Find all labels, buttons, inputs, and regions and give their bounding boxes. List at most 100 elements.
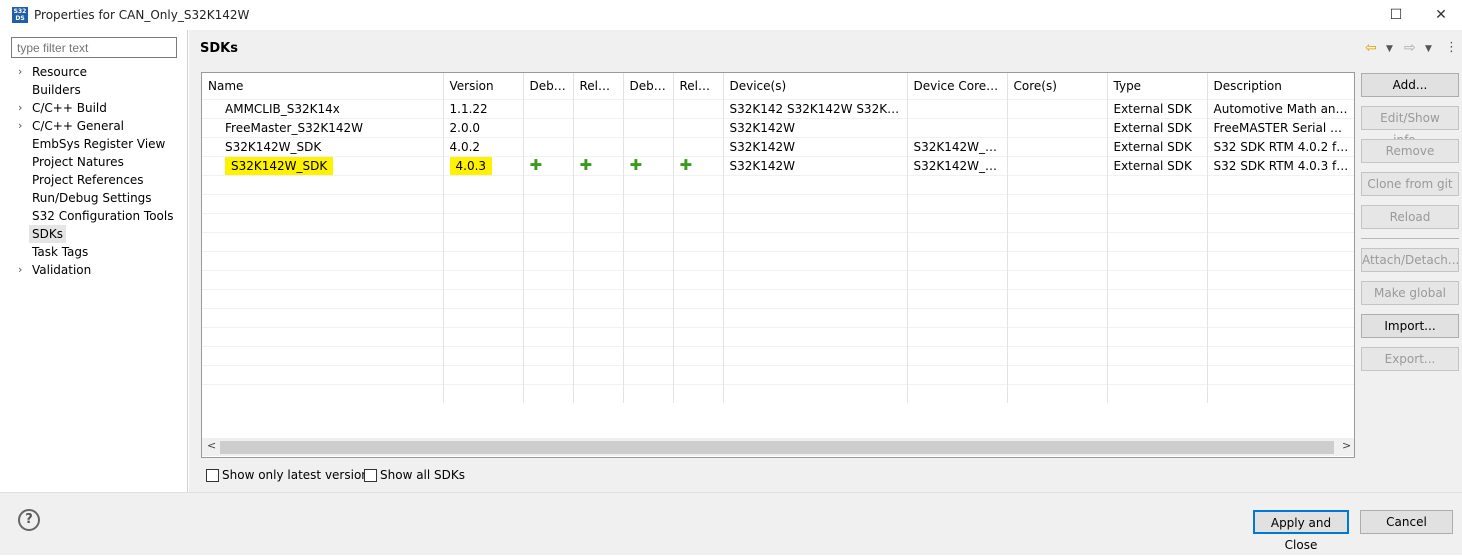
table-cell: 1.1.22 bbox=[443, 98, 524, 118]
table-row[interactable] bbox=[202, 269, 1354, 289]
scroll-left-icon[interactable]: < bbox=[207, 439, 216, 452]
back-dropdown-icon[interactable]: ▼ bbox=[1386, 44, 1393, 54]
tree-item-resource[interactable]: › Resource bbox=[18, 63, 88, 81]
table-row[interactable]: S32K142W_SDK 4.0.2 S32K142W S32K142W_M4F Ext… bbox=[202, 136, 1354, 156]
scroll-right-icon[interactable]: > bbox=[1342, 439, 1351, 452]
table-row[interactable]: FreeMaster_S32K142W 2.0.0 S32K142W External… bbox=[202, 117, 1355, 137]
column-header[interactable]: Debu... bbox=[623, 73, 674, 99]
column-header[interactable]: Debu... bbox=[523, 73, 574, 99]
back-arrow-icon[interactable]: ⇦ bbox=[1365, 40, 1377, 56]
table-cell bbox=[1007, 117, 1108, 137]
table-cell bbox=[1107, 364, 1208, 384]
table-cell bbox=[573, 326, 624, 346]
expand-chevron-icon[interactable]: › bbox=[18, 63, 22, 81]
table-cell bbox=[523, 383, 574, 403]
table-row[interactable] bbox=[202, 326, 1354, 346]
expand-chevron-icon[interactable]: › bbox=[18, 117, 22, 135]
filter-input[interactable] bbox=[11, 37, 177, 58]
tree-item-s32-configuration-tools[interactable]: S32 Configuration Tools bbox=[32, 207, 173, 225]
table-cell bbox=[573, 345, 624, 365]
table-cell: AMMCLIB_S32K14x bbox=[202, 98, 444, 118]
cell-text: S32K142W_M4F bbox=[913, 139, 1007, 154]
tree-item-run-debug-settings[interactable]: Run/Debug Settings bbox=[32, 189, 152, 207]
table-cell bbox=[623, 98, 674, 118]
table-cell bbox=[1207, 212, 1354, 232]
table-row[interactable]: AMMCLIB_S32K14x 1.1.22 S32K142 S32K142W S3… bbox=[202, 98, 1355, 118]
edit-show-info-button[interactable]: Edit/Show info... bbox=[1361, 106, 1459, 147]
add-button[interactable]: Add... bbox=[1361, 73, 1459, 97]
cell-text: FreeMASTER Serial Com... bbox=[1213, 120, 1355, 135]
table-cell bbox=[1007, 136, 1108, 156]
make-global-button[interactable]: Make global bbox=[1361, 281, 1459, 305]
apply-and-close-button[interactable]: Apply and Close bbox=[1253, 510, 1349, 552]
table-cell: FreeMaster_S32K142W bbox=[202, 117, 444, 137]
show-latest-checkbox[interactable] bbox=[206, 469, 219, 482]
table-row[interactable] bbox=[202, 174, 1354, 194]
tree-item-c-c-general[interactable]: › C/C++ General bbox=[18, 117, 124, 135]
tree-item-project-references[interactable]: Project References bbox=[32, 171, 144, 189]
table-cell bbox=[907, 250, 1008, 270]
tree-item-c-c-build[interactable]: › C/C++ Build bbox=[18, 99, 107, 117]
table-row[interactable] bbox=[202, 231, 1354, 251]
table-cell bbox=[202, 250, 444, 270]
tree-item-sdks[interactable]: SDKs bbox=[29, 225, 66, 243]
table-cell: ✚ bbox=[573, 155, 624, 175]
column-header[interactable]: Name bbox=[202, 73, 444, 99]
expand-chevron-icon[interactable]: › bbox=[18, 99, 22, 117]
tree-item-label: Project Natures bbox=[32, 155, 124, 169]
column-header[interactable]: Version bbox=[443, 73, 524, 99]
reload-button[interactable]: Reload bbox=[1361, 205, 1459, 229]
column-header[interactable]: Core(s) bbox=[1007, 73, 1108, 99]
forward-arrow-icon[interactable]: ⇨ bbox=[1404, 40, 1416, 56]
column-header[interactable]: Relea... bbox=[673, 73, 724, 99]
table-cell: S32 SDK RTM 4.0.2 for S... bbox=[1207, 136, 1354, 156]
table-cell bbox=[523, 136, 574, 156]
column-header[interactable]: Type bbox=[1107, 73, 1208, 99]
tree-item-validation[interactable]: › Validation bbox=[18, 261, 91, 279]
table-row[interactable] bbox=[202, 345, 1354, 365]
cancel-button[interactable]: Cancel bbox=[1360, 510, 1453, 534]
table-row[interactable] bbox=[202, 288, 1354, 308]
column-header[interactable]: Device Core(s) bbox=[907, 73, 1008, 99]
table-cell: ✚ bbox=[673, 155, 724, 175]
table-cell bbox=[573, 117, 624, 137]
table-cell bbox=[907, 345, 1008, 365]
cell-text: External SDK bbox=[1113, 101, 1192, 116]
table-row[interactable] bbox=[202, 212, 1354, 232]
table-cell bbox=[202, 345, 444, 365]
table-row[interactable] bbox=[202, 364, 1354, 384]
table-row[interactable] bbox=[202, 307, 1354, 327]
attach-detach-button[interactable]: Attach/Detach... bbox=[1361, 248, 1459, 272]
cell-text: Automotive Math and ... bbox=[1213, 101, 1355, 116]
help-icon[interactable]: ? bbox=[18, 509, 40, 531]
tree-item-label: Resource bbox=[32, 65, 88, 79]
column-header[interactable]: Description bbox=[1207, 73, 1354, 99]
maximize-button[interactable]: ☐ bbox=[1373, 0, 1419, 30]
forward-dropdown-icon[interactable]: ▼ bbox=[1425, 44, 1432, 54]
tree-item-builders[interactable]: Builders bbox=[32, 81, 81, 99]
column-header[interactable]: Device(s) bbox=[723, 73, 908, 99]
tree-item-label: Run/Debug Settings bbox=[32, 191, 152, 205]
tree-item-project-natures[interactable]: Project Natures bbox=[32, 153, 124, 171]
table-cell bbox=[1207, 307, 1354, 327]
show-latest-label: Show only latest versions bbox=[222, 468, 376, 482]
kebab-menu-icon[interactable]: ⋮ bbox=[1445, 40, 1458, 55]
table-cell bbox=[907, 98, 1008, 118]
table-row[interactable]: S32K142W_SDK 4.0.3 ✚ ✚ ✚ ✚ S32K142W S32K142W_M4… bbox=[202, 155, 1354, 175]
tree-item-task-tags[interactable]: Task Tags bbox=[32, 243, 88, 261]
import-button[interactable]: Import... bbox=[1361, 314, 1459, 338]
close-button[interactable]: ✕ bbox=[1418, 0, 1462, 30]
clone-from-git-button[interactable]: Clone from git bbox=[1361, 172, 1459, 196]
table-cell bbox=[907, 212, 1008, 232]
remove-button[interactable]: Remove bbox=[1361, 139, 1459, 163]
table-row[interactable] bbox=[202, 250, 1354, 270]
tree-item-embsys-register-view[interactable]: EmbSys Register View bbox=[32, 135, 165, 153]
column-header[interactable]: Relea... bbox=[573, 73, 624, 99]
expand-chevron-icon[interactable]: › bbox=[18, 261, 22, 279]
export-button[interactable]: Export... bbox=[1361, 347, 1459, 371]
table-cell bbox=[443, 174, 524, 194]
table-row[interactable] bbox=[202, 383, 1354, 403]
show-all-sdks-checkbox[interactable] bbox=[364, 469, 377, 482]
scrollbar-thumb[interactable] bbox=[220, 441, 1334, 454]
table-row[interactable] bbox=[202, 193, 1354, 213]
